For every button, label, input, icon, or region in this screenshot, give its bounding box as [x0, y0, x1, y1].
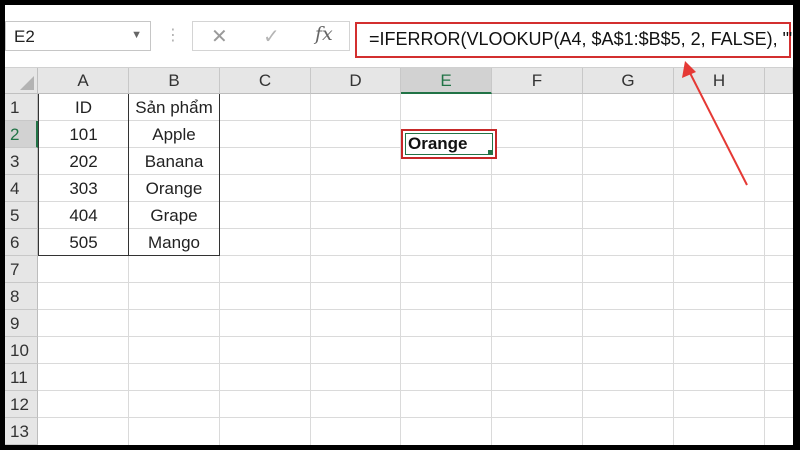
cell-b3[interactable]: Banana — [129, 148, 219, 175]
column-header-f[interactable]: F — [492, 68, 583, 94]
cell-a3[interactable]: 202 — [39, 148, 128, 175]
row-header-11[interactable]: 11 — [5, 364, 38, 391]
spreadsheet-app: E2 ▼ ⋮ ✕ ✓ fx =IFERROR(VLOOKUP(A4, $A$1:… — [5, 5, 793, 445]
formula-bar: E2 ▼ ⋮ ✕ ✓ fx =IFERROR(VLOOKUP(A4, $A$1:… — [5, 5, 793, 65]
row-header-7[interactable]: 7 — [5, 256, 38, 283]
screenshot-frame: E2 ▼ ⋮ ✕ ✓ fx =IFERROR(VLOOKUP(A4, $A$1:… — [0, 0, 800, 450]
row-header-5[interactable]: 5 — [5, 202, 38, 229]
gridline — [38, 336, 793, 337]
row-header-12[interactable]: 12 — [5, 391, 38, 418]
cell-a6[interactable]: 505 — [39, 229, 128, 256]
column-header-e[interactable]: E — [401, 68, 492, 94]
gridline — [38, 417, 793, 418]
insert-function-icon[interactable]: fx — [315, 23, 333, 45]
table-border — [219, 94, 220, 256]
column-header-b[interactable]: B — [129, 68, 220, 94]
formula-buttons: ✕ ✓ fx — [192, 21, 350, 51]
select-all-button[interactable] — [5, 68, 38, 94]
row-header-9[interactable]: 9 — [5, 310, 38, 337]
drag-handle-icon[interactable]: ⋮ — [165, 25, 181, 45]
check-icon[interactable]: ✓ — [263, 24, 280, 49]
formula-input[interactable]: =IFERROR(VLOOKUP(A4, $A$1:$B$5, 2, FALSE… — [355, 22, 793, 58]
column-header-h[interactable]: H — [674, 68, 765, 94]
gridline — [38, 282, 793, 283]
column-header-d[interactable]: D — [311, 68, 401, 94]
column-header-next[interactable] — [765, 68, 793, 94]
column-header-c[interactable]: C — [220, 68, 311, 94]
cell-b1[interactable]: Sản phẩm — [129, 94, 219, 121]
cell-a5[interactable]: 404 — [39, 202, 128, 229]
cancel-icon[interactable]: ✕ — [211, 24, 228, 49]
name-box-value: E2 — [14, 27, 35, 46]
cell-b6[interactable]: Mango — [129, 229, 219, 256]
cell-e2-value: Orange — [408, 134, 468, 153]
cell-b5[interactable]: Grape — [129, 202, 219, 229]
column-header-a[interactable]: A — [38, 68, 129, 94]
cell-a4[interactable]: 303 — [39, 175, 128, 202]
row-header-1[interactable]: 1 — [5, 94, 38, 121]
formula-text: =IFERROR(VLOOKUP(A4, $A$1:$B$5, 2, FALSE… — [369, 29, 793, 49]
worksheet-grid: A B C D E F G H 1 2 3 4 5 6 7 8 9 10 11 … — [5, 67, 793, 445]
gridline — [38, 309, 793, 310]
row-header-3[interactable]: 3 — [5, 148, 38, 175]
gridline — [38, 363, 793, 364]
row-header-13[interactable]: 13 — [5, 418, 38, 445]
cell-a1[interactable]: ID — [39, 94, 128, 121]
row-header-4[interactable]: 4 — [5, 175, 38, 202]
row-header-6[interactable]: 6 — [5, 229, 38, 256]
row-header-8[interactable]: 8 — [5, 283, 38, 310]
gridline — [38, 390, 793, 391]
row-header-2[interactable]: 2 — [5, 121, 38, 148]
selected-cell-e2[interactable]: Orange — [401, 129, 497, 159]
fill-handle[interactable] — [488, 150, 493, 155]
column-header-g[interactable]: G — [583, 68, 674, 94]
name-box[interactable]: E2 ▼ — [5, 21, 151, 51]
row-header-10[interactable]: 10 — [5, 337, 38, 364]
select-all-icon — [20, 76, 34, 90]
cell-b4[interactable]: Orange — [129, 175, 219, 202]
cell-a2[interactable]: 101 — [39, 121, 128, 148]
cell-b2[interactable]: Apple — [129, 121, 219, 148]
chevron-down-icon[interactable]: ▼ — [131, 29, 142, 41]
